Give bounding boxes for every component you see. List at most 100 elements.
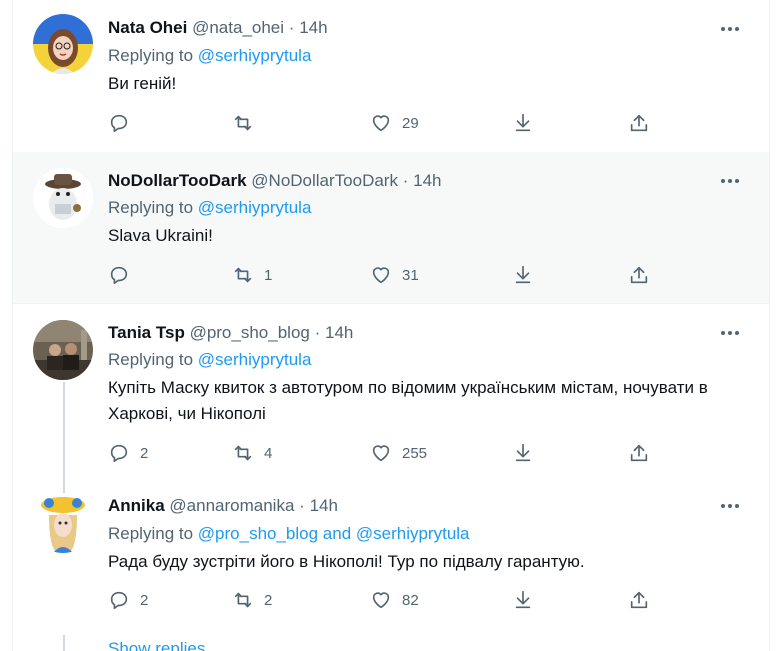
- retweet-count: 1: [264, 266, 273, 284]
- action-bar: 29: [108, 112, 668, 138]
- share-button[interactable]: [628, 264, 650, 286]
- replying-to-label: Replying to: [108, 350, 198, 369]
- author-name[interactable]: Tania Tsp: [108, 323, 185, 342]
- replying-to-link[interactable]: @serhiyprytula: [198, 350, 312, 369]
- download-button[interactable]: [512, 589, 534, 611]
- avatar[interactable]: [33, 168, 93, 228]
- share-icon: [630, 114, 648, 132]
- author-handle[interactable]: @nata_ohei: [192, 18, 284, 37]
- like-button[interactable]: 31: [370, 264, 419, 286]
- action-bar: 1 31: [108, 264, 668, 290]
- thread-line: [63, 382, 65, 482]
- avatar[interactable]: [33, 14, 93, 74]
- replying-to-label: Replying to: [108, 46, 198, 65]
- share-button[interactable]: [628, 112, 650, 134]
- like-button[interactable]: 29: [370, 112, 419, 134]
- reply-button[interactable]: 2: [108, 589, 148, 611]
- tweet[interactable]: Tania Tsp @pro_sho_blog · 14h Replying t…: [13, 303, 769, 482]
- retweet-icon: [234, 115, 252, 131]
- heart-icon: [372, 592, 390, 609]
- share-icon: [630, 444, 648, 462]
- reply-count: 2: [140, 591, 149, 609]
- more-icon[interactable]: [717, 496, 743, 516]
- timestamp[interactable]: 14h: [310, 496, 338, 515]
- retweet-icon: [234, 267, 252, 283]
- more-icon[interactable]: [717, 171, 743, 191]
- download-icon: [515, 265, 531, 284]
- heart-icon: [372, 445, 390, 462]
- share-button[interactable]: [628, 589, 650, 611]
- thread-line: [63, 481, 65, 493]
- tweet-header: NoDollarTooDark @NoDollarTooDark · 14h: [108, 171, 442, 191]
- author-name[interactable]: NoDollarTooDark: [108, 171, 247, 190]
- download-icon: [515, 443, 531, 462]
- like-count: 82: [402, 591, 419, 609]
- share-button[interactable]: [628, 442, 650, 464]
- more-icon[interactable]: [717, 19, 743, 39]
- author-name[interactable]: Annika: [108, 496, 165, 515]
- more-icon[interactable]: [717, 323, 743, 343]
- like-count: 31: [402, 266, 419, 284]
- share-icon: [630, 266, 648, 284]
- reply-icon: [110, 444, 128, 463]
- tweet-text: Slava Ukraini!: [108, 226, 213, 245]
- tweet-text: Ви геній!: [108, 74, 177, 93]
- reply-icon: [110, 591, 128, 610]
- tweet-text: Купіть Маску квиток з автотуром по відом…: [108, 378, 708, 423]
- author-name[interactable]: Nata Ohei: [108, 18, 187, 37]
- reply-button[interactable]: 2: [108, 442, 148, 464]
- tweet[interactable]: Nata Ohei @nata_ohei · 14h Replying to @…: [13, 0, 769, 152]
- replying-to: Replying to @serhiyprytula: [108, 198, 311, 218]
- replying-to-link[interactable]: @pro_sho_blog and @serhiyprytula: [198, 524, 470, 543]
- tweet-header: Tania Tsp @pro_sho_blog · 14h: [108, 323, 353, 343]
- replying-to: Replying to @serhiyprytula: [108, 46, 311, 66]
- like-button[interactable]: 82: [370, 589, 419, 611]
- retweet-icon: [234, 445, 252, 461]
- retweet-icon: [234, 592, 252, 608]
- separator-dot: ·: [314, 323, 321, 342]
- download-icon: [515, 590, 531, 609]
- replying-to: Replying to @serhiyprytula: [108, 350, 311, 370]
- timestamp[interactable]: 14h: [413, 171, 441, 190]
- thread-line: [63, 635, 65, 651]
- download-icon: [515, 113, 531, 132]
- show-replies-link[interactable]: Show replies: [108, 639, 205, 651]
- share-icon: [630, 591, 648, 609]
- download-button[interactable]: [512, 112, 534, 134]
- tweet-text: Рада буду зустріти його в Нікополі! Тур …: [108, 552, 585, 571]
- timestamp[interactable]: 14h: [299, 18, 327, 37]
- avatar[interactable]: [33, 493, 93, 553]
- tweet[interactable]: Annika @annaromanika · 14h Replying to @…: [13, 481, 769, 651]
- replying-to-link[interactable]: @serhiyprytula: [198, 46, 312, 65]
- retweet-button[interactable]: 2: [232, 589, 272, 611]
- retweet-button[interactable]: [232, 112, 264, 134]
- like-count: 255: [402, 444, 428, 462]
- separator-dot: ·: [288, 18, 295, 37]
- author-handle[interactable]: @pro_sho_blog: [190, 323, 310, 342]
- reply-count: 2: [140, 444, 149, 462]
- retweet-button[interactable]: 4: [232, 442, 272, 464]
- reply-feed: Nata Ohei @nata_ohei · 14h Replying to @…: [12, 0, 770, 651]
- heart-icon: [372, 115, 390, 132]
- author-handle[interactable]: @NoDollarTooDark: [251, 171, 398, 190]
- retweet-count: 4: [264, 444, 273, 462]
- author-handle[interactable]: @annaromanika: [169, 496, 294, 515]
- separator-dot: ·: [402, 171, 409, 190]
- reply-button[interactable]: [108, 112, 140, 134]
- action-bar: 2 2 82: [108, 589, 668, 615]
- retweet-button[interactable]: 1: [232, 264, 272, 286]
- tweet[interactable]: NoDollarTooDark @NoDollarTooDark · 14h R…: [13, 152, 769, 303]
- like-button[interactable]: 255: [370, 442, 427, 464]
- reply-icon: [110, 114, 128, 133]
- tweet-header: Annika @annaromanika · 14h: [108, 496, 338, 516]
- reply-icon: [110, 266, 128, 285]
- download-button[interactable]: [512, 264, 534, 286]
- timestamp[interactable]: 14h: [325, 323, 353, 342]
- reply-button[interactable]: [108, 264, 140, 286]
- action-bar: 2 4 255: [108, 442, 668, 468]
- replying-to-link[interactable]: @serhiyprytula: [198, 198, 312, 217]
- download-button[interactable]: [512, 442, 534, 464]
- avatar[interactable]: [33, 320, 93, 380]
- heart-icon: [372, 267, 390, 284]
- replying-to: Replying to @pro_sho_blog and @serhiypry…: [108, 524, 470, 544]
